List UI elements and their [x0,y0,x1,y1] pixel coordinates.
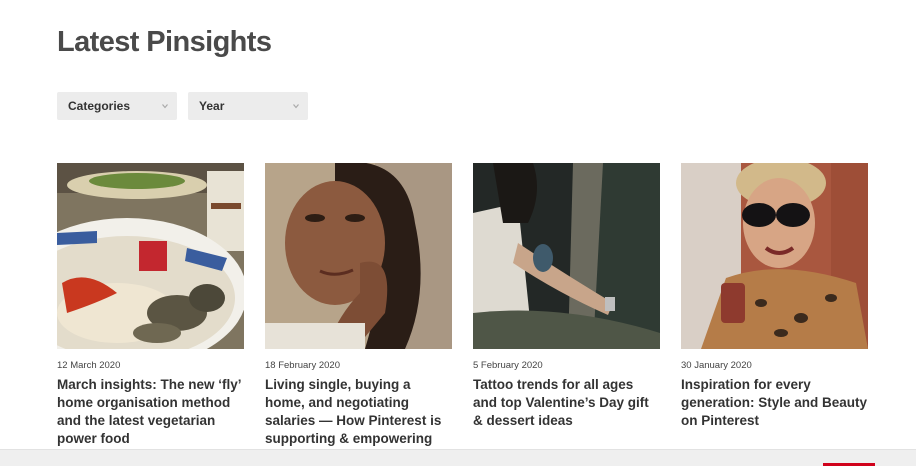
article-title[interactable]: March insights: The new ‘fly’ home organ… [57,376,244,448]
article-date: 18 February 2020 [265,360,340,371]
article-thumbnail-fashion-woman[interactable] [681,163,868,349]
year-dropdown-label: Year [199,99,225,113]
article-thumbnail-woman-portrait[interactable] [265,163,452,349]
chevron-down-icon [293,104,299,109]
article-card[interactable]: 5 February 2020 Tattoo trends for all ag… [473,163,660,430]
article-thumbnail-tattoo-arm[interactable] [473,163,660,349]
article-card[interactable]: 12 March 2020 March insights: The new ‘f… [57,163,244,448]
categories-dropdown[interactable]: Categories [57,92,177,120]
cookie-banner [0,449,916,466]
article-title[interactable]: Tattoo trends for all ages and top Valen… [473,376,660,430]
chevron-down-icon [162,104,168,109]
page: Latest Pinsights Categories Year 12 Marc… [0,0,916,466]
article-thumbnail-ramen-bowl[interactable] [57,163,244,349]
article-date: 12 March 2020 [57,360,121,371]
article-title[interactable]: Inspiration for every generation: Style … [681,376,868,430]
article-card[interactable]: 18 February 2020 Living single, buying a… [265,163,452,466]
year-dropdown[interactable]: Year [188,92,308,120]
article-card[interactable]: 30 January 2020 Inspiration for every ge… [681,163,868,430]
categories-dropdown-label: Categories [68,99,131,113]
article-date: 5 February 2020 [473,360,543,371]
article-date: 30 January 2020 [681,360,752,371]
page-title: Latest Pinsights [57,26,272,58]
